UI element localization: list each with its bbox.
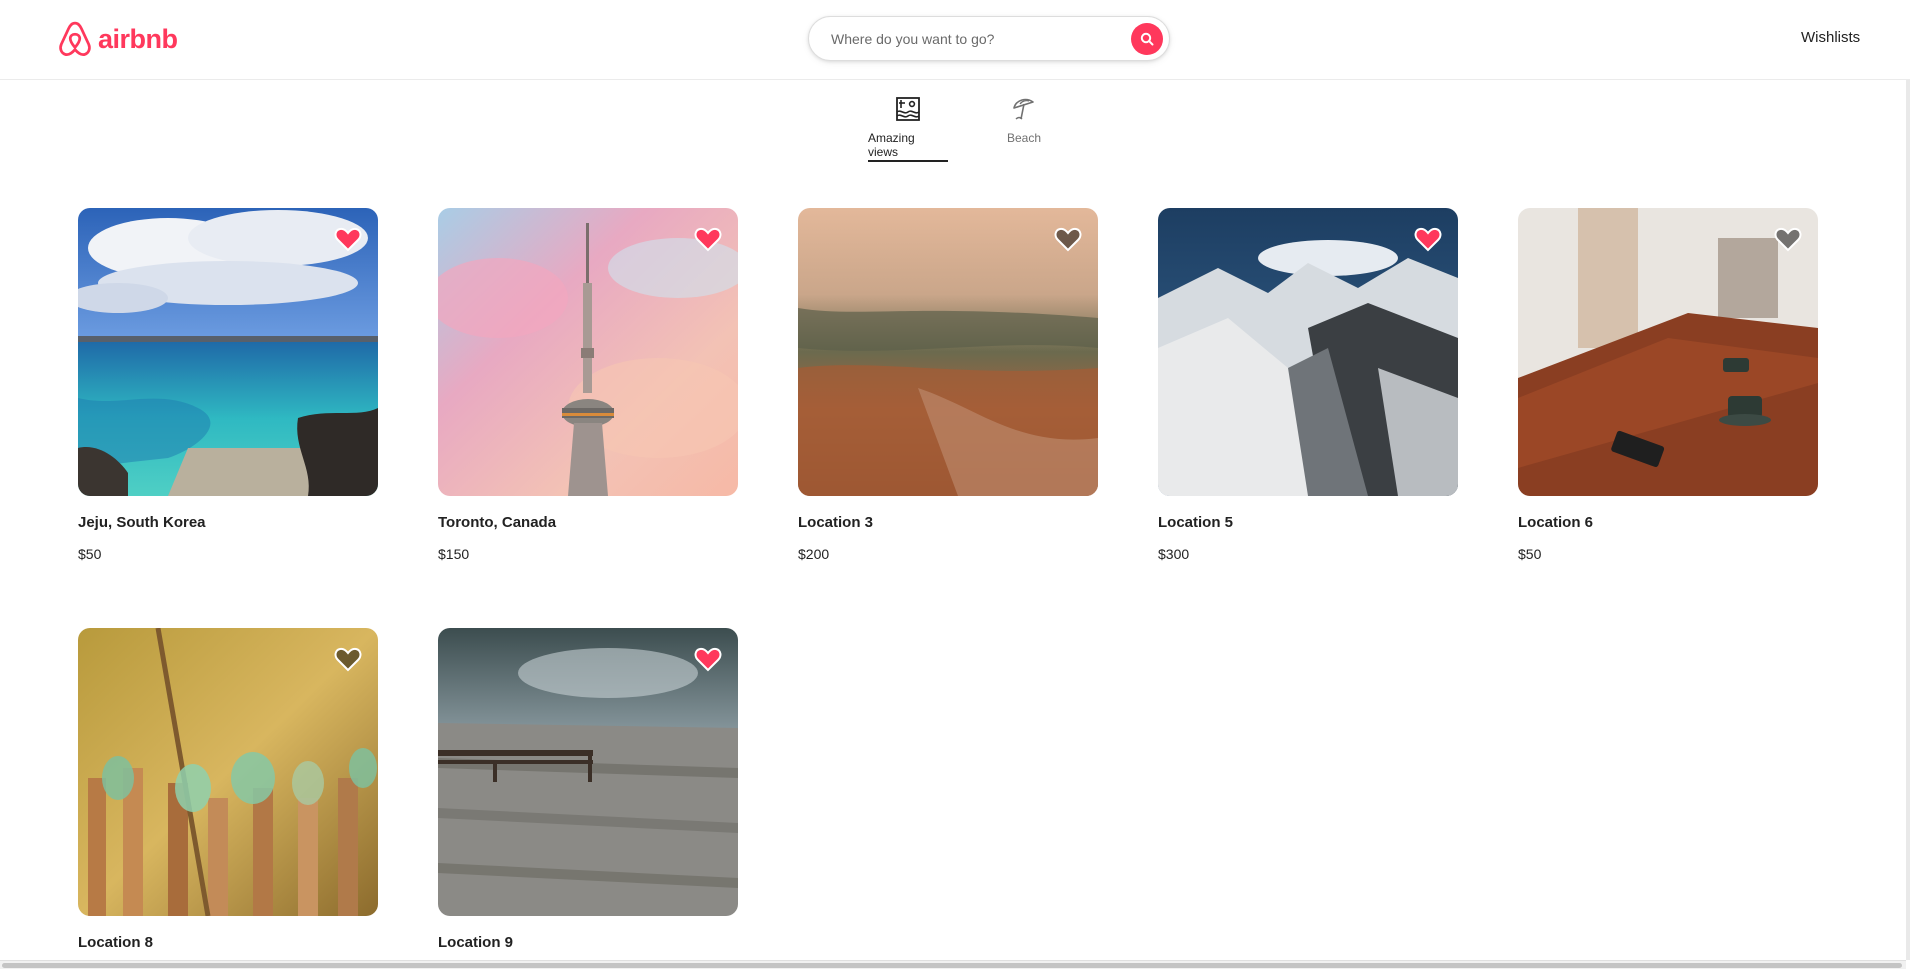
search-button[interactable] — [1131, 22, 1163, 55]
listing-title[interactable]: Location 5 — [1158, 514, 1458, 531]
category-beach[interactable]: Beach — [984, 96, 1064, 162]
listing-price: $300 — [1158, 546, 1190, 562]
listing-photo[interactable] — [1518, 208, 1818, 496]
listing-title[interactable]: Location 6 — [1518, 514, 1818, 531]
listing-price: $200 — [798, 546, 830, 562]
heart-favorited-icon[interactable] — [694, 226, 722, 252]
listing-title[interactable]: Toronto, Canada — [438, 514, 738, 531]
category-label: Beach — [1006, 131, 1042, 145]
listing-photo[interactable] — [438, 208, 738, 496]
heart-favorited-icon[interactable] — [334, 226, 362, 252]
listing-image — [1518, 208, 1818, 496]
listing-price: $150 — [438, 546, 470, 562]
listing-card[interactable]: Location 8 — [78, 628, 378, 951]
listing-title[interactable]: Location 9 — [438, 934, 738, 951]
airbnb-logo-icon — [59, 21, 91, 57]
listing-card[interactable]: Location 6 $50 — [1518, 208, 1818, 562]
listing-card[interactable]: Location 5 $300 — [1158, 208, 1458, 562]
airbnb-logo[interactable]: airbnb — [58, 20, 178, 58]
heart-favorited-icon[interactable] — [1414, 226, 1442, 252]
search-icon — [1140, 32, 1154, 45]
listing-image — [1158, 208, 1458, 496]
listing-image — [438, 208, 738, 496]
listing-card[interactable]: Jeju, South Korea $50 — [78, 208, 378, 562]
listing-title[interactable]: Location 3 — [798, 514, 1098, 531]
listing-card[interactable]: Location 9 — [438, 628, 738, 951]
wishlists-link[interactable]: Wishlists — [1801, 29, 1860, 46]
listing-title[interactable]: Jeju, South Korea — [78, 514, 378, 531]
heart-favorited-icon[interactable] — [694, 646, 722, 672]
category-bar: Amazing views Beach — [868, 96, 1064, 162]
search-bar[interactable] — [808, 16, 1170, 61]
heart-outline-icon[interactable] — [1774, 226, 1802, 252]
listing-image — [798, 208, 1098, 496]
top-header: airbnb Wishlists — [0, 0, 1910, 80]
brand-name: airbnb — [98, 23, 178, 54]
category-label: Amazing views — [868, 131, 915, 159]
vertical-scrollbar[interactable] — [1906, 80, 1910, 960]
listing-title[interactable]: Location 8 — [78, 934, 378, 951]
listing-photo[interactable] — [438, 628, 738, 916]
listing-card[interactable]: Toronto, Canada $150 — [438, 208, 738, 562]
listing-card[interactable]: Location 3 $200 — [798, 208, 1098, 562]
listing-photo[interactable] — [798, 208, 1098, 496]
listing-image — [78, 628, 378, 916]
amazing-views-icon — [896, 97, 920, 121]
horizontal-scrollbar[interactable] — [0, 960, 1906, 969]
listing-photo[interactable] — [78, 628, 378, 916]
search-input[interactable] — [831, 30, 1131, 47]
scrollbar-thumb[interactable] — [2, 963, 1902, 968]
listing-price: $50 — [1518, 546, 1542, 562]
listing-image — [438, 628, 738, 916]
listing-image — [78, 208, 378, 496]
category-amazing-views[interactable]: Amazing views — [868, 96, 948, 162]
heart-outline-icon[interactable] — [334, 646, 362, 672]
heart-outline-icon[interactable] — [1054, 226, 1082, 252]
listing-price: $50 — [78, 546, 102, 562]
listing-photo[interactable] — [1158, 208, 1458, 496]
listing-photo[interactable] — [78, 208, 378, 496]
beach-umbrella-icon — [1013, 98, 1034, 120]
